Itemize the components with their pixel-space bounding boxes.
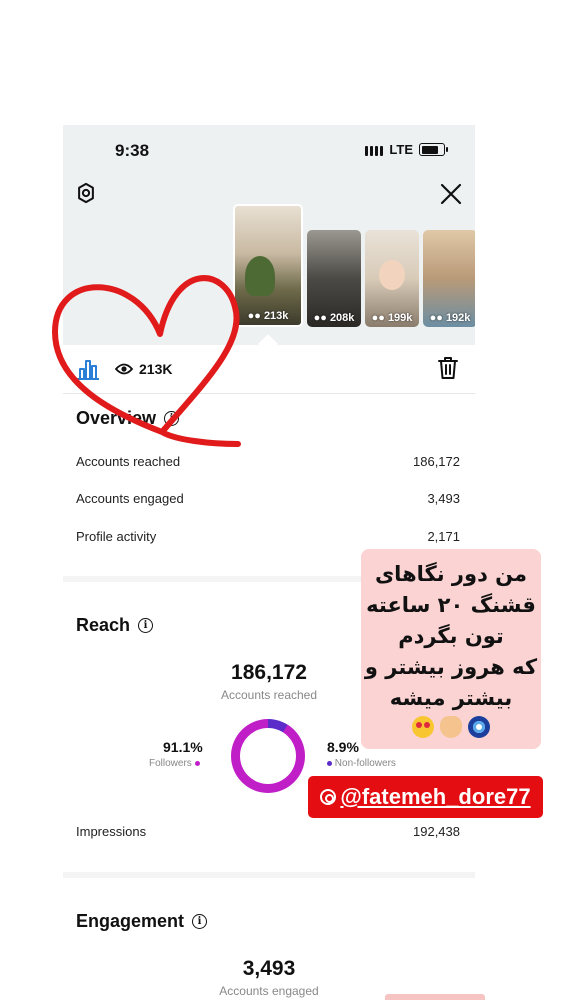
- signal-icon: [365, 144, 384, 156]
- persian-caption-sticker: من دور نگاهای قشنگ ۲۰ ساعته تون بگردم که…: [361, 549, 541, 749]
- section-title: Reach: [76, 615, 131, 635]
- stat-value: 192,438: [413, 824, 460, 839]
- info-icon[interactable]: i: [192, 914, 208, 929]
- insights-toolbar: 213K: [63, 353, 475, 387]
- eye-icon: [115, 363, 133, 375]
- threads-icon: [320, 789, 337, 805]
- viewers-icon: ●●: [371, 312, 388, 324]
- nazar-amulet-icon: [468, 716, 490, 738]
- views-count: 213K: [139, 361, 173, 377]
- mention-handle: @fatemeh_dore77: [340, 784, 531, 809]
- thumbnail-count: 199k: [387, 312, 413, 324]
- reach-section: Reach i: [76, 615, 154, 636]
- story-thumbnail[interactable]: ●● 208k: [307, 230, 361, 327]
- viewers-icon: ●●: [313, 312, 330, 324]
- stat-row[interactable]: Accounts engaged 3,493: [76, 491, 460, 506]
- followers-donut-chart: [231, 719, 305, 793]
- story-preview-area: 9:38 LTE ●● 213k ●● 208k ●● 199k ●● 192k: [63, 125, 475, 345]
- stat-value: 3,493: [427, 491, 460, 506]
- viewers-icon: ●●: [247, 310, 264, 322]
- bottom-sticker-edge: [385, 994, 485, 1000]
- bar-chart-icon[interactable]: [75, 357, 101, 381]
- emoji-row: [361, 716, 541, 738]
- status-indicators: LTE: [365, 142, 448, 157]
- engagement-section: Engagement i: [76, 911, 208, 932]
- story-thumbnail[interactable]: ●● 192k: [423, 230, 475, 327]
- nonfollowers-legend: Non-followers: [327, 758, 396, 769]
- nonfollowers-percent: 8.9%: [327, 739, 359, 755]
- stat-label: Profile activity: [76, 529, 157, 544]
- mention-sticker[interactable]: @fatemeh_dore77: [308, 776, 543, 818]
- network-label: LTE: [389, 142, 413, 157]
- thumbnail-count: 208k: [329, 312, 355, 324]
- info-icon[interactable]: i: [138, 618, 154, 633]
- caption-line: که هروز بیشتر و: [364, 655, 538, 679]
- trash-icon[interactable]: [437, 356, 459, 380]
- divider: [63, 393, 475, 394]
- nonfollowers-dot: [327, 760, 332, 766]
- nonfollowers-label: Non-followers: [334, 758, 396, 769]
- section-title: Overview: [76, 408, 157, 428]
- viewers-icon: ●●: [429, 312, 446, 324]
- battery-icon: [419, 143, 448, 156]
- stat-row[interactable]: Accounts reached 186,172: [76, 454, 460, 469]
- stat-value: 186,172: [413, 454, 460, 469]
- thumbnail-count: 213k: [263, 310, 289, 322]
- settings-icon[interactable]: [75, 182, 97, 204]
- stat-label: Impressions: [76, 824, 147, 839]
- caption-line: بیشتر میشه: [389, 686, 513, 710]
- followers-label: Followers: [149, 758, 192, 769]
- story-page: 9:38 LTE ●● 213k ●● 208k ●● 199k ●● 192k…: [0, 0, 563, 1000]
- caption-line: قشنگ ۲۰ ساعته: [366, 593, 536, 617]
- followers-dot: [194, 760, 200, 766]
- status-time: 9:38: [115, 141, 150, 160]
- impressions-row[interactable]: Impressions 192,438: [76, 824, 460, 839]
- stat-label: Accounts reached: [76, 454, 181, 469]
- info-icon[interactable]: i: [164, 411, 180, 426]
- section-title: Engagement: [76, 911, 185, 931]
- heart-hands-icon: [440, 716, 462, 738]
- story-thumbnail[interactable]: ●● 199k: [365, 230, 419, 327]
- story-thumbnails: ●● 213k ●● 208k ●● 199k ●● 192k: [233, 204, 475, 327]
- thumbnail-count: 192k: [445, 312, 471, 324]
- heart-eyes-face-icon: [412, 716, 434, 738]
- story-thumbnail[interactable]: ●● 213k: [233, 204, 303, 327]
- followers-percent: 91.1%: [163, 739, 203, 755]
- overview-section: Overview i: [76, 408, 180, 429]
- followers-legend: Followers: [149, 758, 200, 769]
- stat-row[interactable]: Profile activity 2,171: [76, 529, 460, 544]
- close-icon[interactable]: [439, 182, 463, 206]
- caption-line: تون بگردم: [398, 624, 504, 648]
- stat-label: Accounts engaged: [76, 491, 184, 506]
- stat-value: 2,171: [427, 529, 460, 544]
- caption-line: من دور نگاهای: [374, 562, 528, 586]
- section-separator: [63, 872, 475, 878]
- engagement-value: 3,493: [242, 957, 296, 980]
